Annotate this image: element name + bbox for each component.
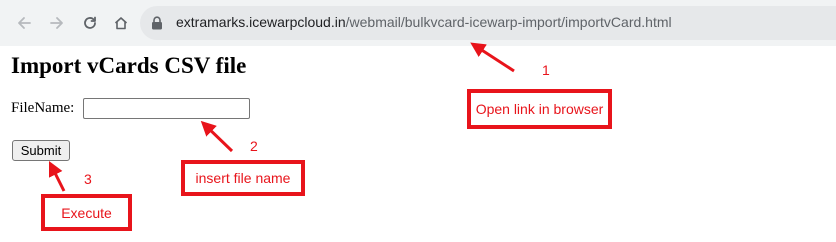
filename-label: FileName:	[11, 100, 75, 116]
back-button[interactable]	[14, 13, 34, 33]
step3-callout-text: Execute	[61, 204, 112, 221]
step3-arrow	[48, 160, 66, 192]
reload-icon	[84, 16, 96, 29]
forward-button[interactable]	[47, 13, 67, 33]
reload-button[interactable]	[80, 13, 100, 33]
browser-toolbar: extramarks.icewarpcloud.in/webmail/bulkv…	[0, 0, 836, 46]
page-title: Import vCards CSV file	[11, 53, 247, 78]
step2-callout-text: insert file name	[195, 170, 291, 186]
step1-number: 1	[542, 62, 550, 78]
arrow-right-icon	[50, 17, 63, 29]
step1-callout-text: Open link in browser	[475, 101, 604, 117]
step2-arrow	[200, 120, 234, 153]
step2-callout: insert file name	[181, 160, 305, 196]
step1-arrow	[470, 42, 515, 73]
filename-input[interactable]	[83, 98, 250, 119]
url-host: extramarks.icewarpcloud.in	[176, 14, 346, 30]
submit-button[interactable]: Submit	[12, 140, 70, 161]
url-text: extramarks.icewarpcloud.in/webmail/bulkv…	[176, 14, 672, 30]
arrow-left-icon	[18, 17, 31, 29]
lock-icon	[152, 16, 162, 30]
home-button[interactable]	[111, 13, 131, 33]
home-icon	[114, 17, 128, 30]
step1-callout: Open link in browser	[467, 89, 612, 129]
step3-callout: Execute	[41, 194, 132, 231]
url-path: /webmail/bulkvcard-icewarp-import/import…	[345, 14, 672, 30]
address-bar[interactable]: extramarks.icewarpcloud.in/webmail/bulkv…	[140, 6, 836, 40]
step2-number: 2	[250, 138, 258, 154]
step3-number: 3	[84, 171, 92, 187]
